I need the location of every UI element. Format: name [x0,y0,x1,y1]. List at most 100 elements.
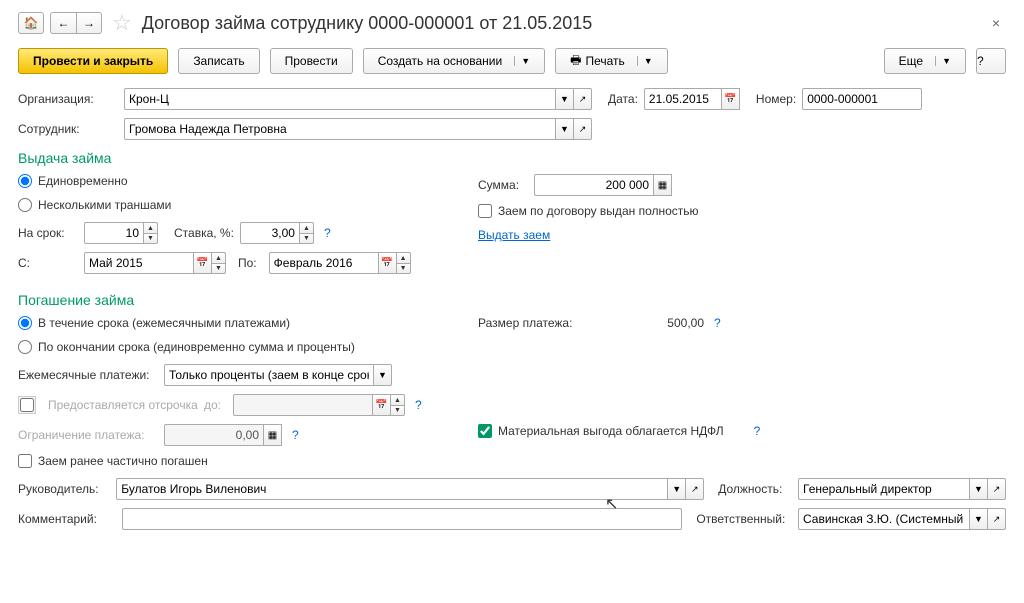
open-button[interactable]: ↗ [574,118,592,140]
chevron-down-icon: ▼ [637,56,653,66]
position-input[interactable] [798,478,970,500]
payment-size-label: Размер платежа: [478,316,598,330]
spinner-down[interactable]: ▼ [212,263,226,274]
employee-combo: ▼ ↗ [124,118,592,140]
calculator-icon[interactable]: ▦ [264,424,282,446]
limit-benefit-row: Ограничение платежа: ▦ ? Материальная вы… [18,424,1006,454]
radio-tranches: Несколькими траншами [18,198,438,212]
org-label: Организация: [18,92,118,106]
more-button[interactable]: Еще ▼ [884,48,966,74]
radio-end: По окончании срока (единовременно сумма … [18,340,438,354]
open-button[interactable]: ↗ [988,478,1006,500]
org-combo: ▼ ↗ [124,88,592,110]
toolbar: Провести и закрыть Записать Провести Соз… [18,48,1006,74]
spinner-up[interactable]: ▲ [144,222,158,233]
favorite-icon[interactable]: ☆ [112,10,132,36]
spinner-up[interactable]: ▲ [391,394,405,405]
calendar-icon[interactable]: 📅 [379,252,397,274]
spinner-down[interactable]: ▼ [300,233,314,244]
issue-loan-link[interactable]: Выдать заем [478,228,550,242]
rate-spinner: ▲▼ [240,222,314,244]
deferral-checkbox[interactable] [20,398,34,412]
spinner-down[interactable]: ▼ [391,405,405,416]
deferral-row: Предоставляется отсрочка до: 📅 ▲▼ ? [18,394,1006,416]
from-input[interactable] [84,252,194,274]
monthly-combo: ▼ [164,364,392,386]
to-input[interactable] [269,252,379,274]
issue-link-row: Выдать заем [478,228,699,242]
partially-repaid-checkbox[interactable] [18,454,32,468]
spinner-up[interactable]: ▲ [212,252,226,263]
to-label: По: [238,256,257,270]
dropdown-button[interactable]: ▼ [668,478,686,500]
calendar-icon[interactable]: 📅 [722,88,740,110]
back-button[interactable]: ← [50,12,76,34]
calendar-icon[interactable]: 📅 [194,252,212,274]
help-icon[interactable]: ? [710,316,725,330]
help-icon[interactable]: ? [288,428,303,442]
radio-tranches-input[interactable] [18,198,32,212]
from-combo: 📅 ▲▼ [84,252,226,274]
employee-input[interactable] [124,118,556,140]
benefit-checkbox[interactable] [478,424,492,438]
comment-input[interactable] [122,508,683,530]
open-button[interactable]: ↗ [574,88,592,110]
manager-input[interactable] [116,478,668,500]
position-label: Должность: [718,482,792,496]
forward-button[interactable]: → [76,12,102,34]
to-combo: 📅 ▲▼ [269,252,411,274]
fully-issued-checkbox[interactable] [478,204,492,218]
open-button[interactable]: ↗ [686,478,704,500]
term-input[interactable] [84,222,144,244]
spinner-up[interactable]: ▲ [300,222,314,233]
spinner-up[interactable]: ▲ [397,252,411,263]
position-combo: ▼ ↗ [798,478,1006,500]
help-icon[interactable]: ? [320,226,335,240]
dropdown-button[interactable]: ▼ [374,364,392,386]
deferral-combo: 📅 ▲▼ [233,394,405,416]
radio-once-input[interactable] [18,174,32,188]
date-input[interactable] [644,88,722,110]
org-input[interactable] [124,88,556,110]
responsible-combo: ▼ ↗ [798,508,1006,530]
number-input[interactable] [802,88,922,110]
comment-row: Комментарий: Ответственный: ▼ ↗ [18,508,1006,530]
dropdown-button[interactable]: ▼ [970,508,988,530]
monthly-input[interactable] [164,364,374,386]
rate-input[interactable] [240,222,300,244]
term-row: На срок: ▲▼ Ставка, %: ▲▼ ? [18,222,438,244]
employee-label: Сотрудник: [18,122,118,136]
dropdown-button[interactable]: ▼ [556,118,574,140]
open-button[interactable]: ↗ [988,508,1006,530]
calendar-icon[interactable]: 📅 [373,394,391,416]
chevron-down-icon: ▼ [935,56,951,66]
calculator-icon[interactable]: ▦ [654,174,672,196]
radio-during-label: В течение срока (ежемесячными платежами) [38,316,290,330]
spinner-down[interactable]: ▼ [397,263,411,274]
radio-during-input[interactable] [18,316,32,330]
manager-combo: ▼ ↗ [116,478,704,500]
amount-input[interactable] [534,174,654,196]
radio-once: Единовременно [18,174,438,188]
save-button[interactable]: Записать [178,48,259,74]
spinner-down[interactable]: ▼ [144,233,158,244]
more-label: Еще [899,54,923,68]
radio-during: В течение срока (ежемесячными платежами) [18,316,438,330]
responsible-input[interactable] [798,508,970,530]
page-title: Договор займа сотруднику 0000-000001 от … [142,13,593,34]
employee-row: Сотрудник: ▼ ↗ [18,118,1006,140]
post-close-button[interactable]: Провести и закрыть [18,48,168,74]
rate-label: Ставка, %: [174,226,234,240]
help-icon[interactable]: ? [750,424,765,438]
help-icon[interactable]: ? [411,398,426,412]
dropdown-button[interactable]: ▼ [970,478,988,500]
post-button[interactable]: Провести [270,48,353,74]
print-button[interactable]: 🖶Печать▼ [555,48,668,74]
create-based-button[interactable]: Создать на основании▼ [363,48,545,74]
home-button[interactable]: 🏠 [18,12,44,34]
close-button[interactable]: × [986,13,1006,33]
dropdown-button[interactable]: ▼ [556,88,574,110]
radio-end-input[interactable] [18,340,32,354]
fully-issued-label: Заем по договору выдан полностью [498,204,699,218]
help-button[interactable]: ? [976,48,1006,74]
